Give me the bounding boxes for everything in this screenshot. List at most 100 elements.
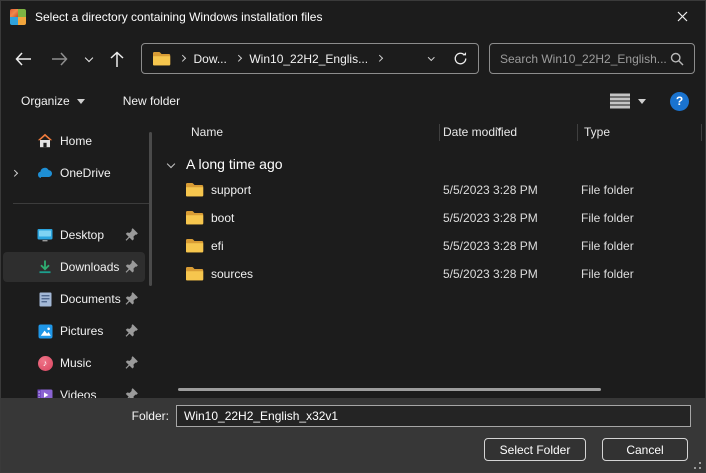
music-note-glyph: ♪ [43,358,48,368]
downloads-icon [37,259,53,275]
sidebar-item-label: Desktop [60,228,104,242]
videos-icon [37,387,53,398]
search-box [489,43,695,74]
navigation-toolbar: Dow... Win10_22H2_Englis... [1,41,705,77]
content-area: Home OneDrive Desktop [1,119,706,398]
command-bar: Organize New folder ? [1,85,705,117]
sidebar-scrollbar[interactable] [149,132,152,286]
desktop-icon [37,227,53,243]
folder-name-input[interactable] [176,405,691,427]
chevron-right-icon [235,55,241,61]
new-folder-button[interactable]: New folder [113,89,190,113]
sidebar-item-label: Documents [60,292,121,306]
sidebar-divider [13,203,149,204]
sidebar-item-music[interactable]: ♪ Music [3,348,145,378]
address-dropdown-icon[interactable] [428,54,434,60]
file-type: File folder [581,183,634,197]
new-folder-label: New folder [123,94,180,108]
column-header-row: Name Date modified Type Size [161,119,706,145]
dialog-footer: Folder: Select Folder Cancel [1,398,706,473]
forward-button[interactable] [45,45,73,73]
breadcrumb-segment[interactable]: Dow... [194,52,227,66]
up-button[interactable] [103,45,131,73]
search-input[interactable] [500,52,670,66]
column-header-type[interactable]: Type [584,125,610,139]
chevron-down-icon [85,53,93,61]
file-name: support [211,183,251,197]
sidebar-item-label: Home [60,134,92,148]
folder-icon [152,51,171,66]
select-folder-button[interactable]: Select Folder [484,438,586,461]
sidebar-item-onedrive[interactable]: OneDrive [3,158,145,188]
window-title: Select a directory containing Windows in… [35,10,322,24]
folder-icon [185,210,204,228]
file-name: efi [211,239,224,253]
file-date-modified: 5/5/2023 3:28 PM [443,183,538,197]
file-name: boot [211,211,234,225]
file-type: File folder [581,211,634,225]
chevron-right-icon [376,55,382,61]
documents-icon [37,291,53,307]
sidebar-item-downloads[interactable]: Downloads [3,252,145,282]
search-icon[interactable] [670,52,684,66]
sidebar-item-label: OneDrive [60,166,111,180]
app-icon [10,9,26,25]
sidebar-item-pictures[interactable]: Pictures [3,316,145,346]
folder-icon [185,238,204,256]
back-button[interactable] [9,45,37,73]
pin-icon [124,387,139,398]
expand-chevron-icon[interactable] [12,171,22,176]
group-label: A long time ago [186,156,283,172]
file-row-boot[interactable]: boot 5/5/2023 3:28 PM File folder [161,204,705,232]
sidebar-item-desktop[interactable]: Desktop [3,220,145,250]
sidebar-item-label: Music [60,356,91,370]
pin-icon [124,291,139,306]
recent-locations-button[interactable] [79,45,99,73]
file-dialog-window: Select a directory containing Windows in… [0,0,706,473]
resize-grip[interactable] [699,467,701,469]
sidebar-item-label: Videos [60,388,96,398]
sidebar-item-label: Pictures [60,324,103,338]
home-icon [37,133,53,149]
file-row-efi[interactable]: efi 5/5/2023 3:28 PM File folder [161,232,705,260]
sidebar-item-videos[interactable]: Videos [3,380,145,398]
column-separator[interactable] [439,124,440,141]
organize-label: Organize [21,94,70,108]
pin-icon [124,259,139,274]
arrow-up-icon [110,51,124,68]
music-icon: ♪ [37,355,53,371]
file-row-support[interactable]: support 5/5/2023 3:28 PM File folder [161,176,705,204]
view-options-button[interactable] [604,89,652,113]
refresh-icon[interactable] [453,51,468,66]
pin-icon [124,323,139,338]
organize-button[interactable]: Organize [11,89,95,113]
close-button[interactable] [659,1,705,32]
column-separator[interactable] [701,124,702,141]
column-separator[interactable] [577,124,578,141]
group-header[interactable]: A long time ago [161,152,283,176]
pictures-icon [37,323,53,339]
folder-icon [185,182,204,200]
collapse-chevron-icon [167,160,175,168]
sidebar-item-documents[interactable]: Documents [3,284,145,314]
folder-icon [185,266,204,284]
cancel-button[interactable]: Cancel [602,438,688,461]
arrow-left-icon [15,52,32,66]
caret-down-icon [638,99,646,104]
sidebar-item-home[interactable]: Home [3,126,145,156]
file-row-sources[interactable]: sources 5/5/2023 3:28 PM File folder [161,260,705,288]
file-type: File folder [581,239,634,253]
onedrive-cloud-icon [37,165,53,181]
navigation-pane: Home OneDrive Desktop [1,119,161,398]
question-mark-icon: ? [676,94,683,108]
breadcrumb-segment[interactable]: Win10_22H2_Englis... [249,52,368,66]
address-bar[interactable]: Dow... Win10_22H2_Englis... [141,43,479,74]
folder-field-label: Folder: [1,409,169,423]
sidebar-item-label: Downloads [60,260,119,274]
file-type: File folder [581,267,634,281]
help-button[interactable]: ? [670,92,689,111]
column-header-name[interactable]: Name [191,125,223,139]
title-bar: Select a directory containing Windows in… [1,1,705,33]
horizontal-scrollbar[interactable] [178,388,601,391]
column-header-date-modified[interactable]: Date modified [443,125,517,139]
